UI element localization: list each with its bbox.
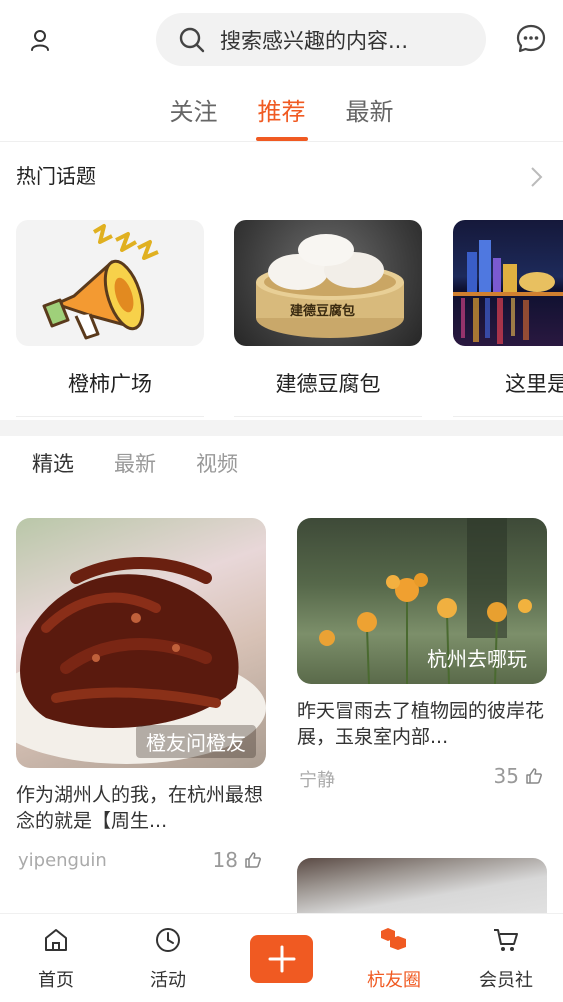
nav-home[interactable]: 首页	[16, 922, 96, 992]
nav-label: 活动	[150, 970, 186, 991]
steamer-basket-icon	[256, 234, 404, 338]
create-post-button[interactable]	[250, 935, 313, 983]
topic-card[interactable]: 这里是杭	[453, 220, 563, 417]
hot-topics-list: 橙柿广场 建德豆腐包 建德豆腐包 这里是	[0, 220, 563, 425]
tab-latest[interactable]: 最新	[342, 78, 398, 141]
megaphone-icon	[42, 224, 159, 340]
city-skyline-icon	[453, 240, 563, 344]
topic-thumbnail-megaphone	[16, 220, 204, 346]
search-bar[interactable]: 搜索感兴趣的内容...	[156, 13, 486, 66]
thumbs-up-icon	[245, 852, 261, 868]
topic-card[interactable]: 建德豆腐包 建德豆腐包	[234, 220, 422, 417]
post-title[interactable]: 昨天冒雨去了植物园的彼岸花展，玉泉室内部...	[297, 698, 547, 750]
plus-icon	[268, 945, 295, 973]
nav-community[interactable]: 杭友圈	[354, 922, 434, 992]
content-filter-tabs: 精选 最新 视频	[0, 436, 563, 492]
like-count: 35	[493, 764, 519, 788]
post-topic-tag[interactable]: 橙友问橙友	[136, 725, 256, 758]
subtab-featured[interactable]: 精选	[32, 448, 74, 478]
chat-bubble-icon	[516, 24, 546, 53]
tab-recommend[interactable]: 推荐	[254, 78, 310, 141]
post-topic-tag[interactable]: 杭州去哪玩	[417, 641, 537, 674]
topic-thumbnail-steamed-buns: 建德豆腐包	[234, 220, 422, 346]
home-icon	[45, 929, 67, 951]
post-meta: yipenguin 18	[16, 848, 266, 876]
cubes-icon	[381, 928, 406, 950]
nav-label: 杭友圈	[367, 970, 421, 991]
feed-tabs: 关注 推荐 最新	[0, 78, 563, 142]
post-image-braised-duck-feet: 橙友问橙友	[16, 518, 266, 768]
user-profile-button[interactable]	[22, 22, 58, 58]
feed-card[interactable]: 杭州去哪玩 昨天冒雨去了植物园的彼岸花展，玉泉室内部... 宁静 35	[297, 518, 547, 792]
divider	[453, 416, 563, 417]
topic-thumbnail-city-night	[453, 220, 563, 346]
post-title[interactable]: 作为湖州人的我，在杭州最想念的就是【周生...	[16, 782, 266, 834]
topic-label: 这里是杭	[505, 372, 563, 396]
like-button[interactable]: 18	[213, 848, 262, 872]
nav-label: 首页	[38, 970, 74, 991]
post-author[interactable]: 宁静	[299, 766, 335, 792]
divider	[234, 416, 422, 417]
topic-label: 橙柿广场	[68, 372, 152, 396]
nav-activities[interactable]: 活动	[128, 922, 208, 992]
feed-card[interactable]: 橙友问橙友 作为湖州人的我，在杭州最想念的就是【周生... yipenguin …	[16, 518, 266, 876]
subtab-latest[interactable]: 最新	[114, 448, 156, 478]
header-bar: 搜索感兴趣的内容...	[0, 0, 563, 78]
divider	[16, 416, 204, 417]
tab-follow[interactable]: 关注	[166, 78, 222, 141]
hot-topics-header: 热门话题	[0, 143, 563, 205]
messages-button[interactable]	[512, 20, 550, 58]
nav-membership[interactable]: 会员社	[466, 922, 546, 992]
thumbs-up-icon	[526, 768, 542, 784]
topic-label: 建德豆腐包	[275, 372, 381, 396]
chevron-right-icon[interactable]	[524, 165, 548, 189]
bottom-navigation: 首页 活动 杭友圈 会员社	[0, 913, 563, 1002]
section-divider	[0, 420, 563, 436]
nav-label: 会员社	[479, 970, 533, 991]
brand-stamp: 建德豆腐包	[290, 304, 356, 319]
post-meta: 宁静 35	[297, 764, 547, 792]
subtab-video[interactable]: 视频	[196, 448, 238, 478]
cart-icon	[494, 929, 518, 951]
search-icon	[179, 27, 205, 52]
user-icon	[31, 30, 49, 51]
feed-card[interactable]	[297, 858, 547, 918]
like-count: 18	[212, 848, 238, 872]
post-image-red-spider-lily: 杭州去哪玩	[297, 518, 547, 684]
hot-topics-title: 热门话题	[16, 164, 96, 188]
post-image-partial	[297, 858, 547, 918]
topic-card[interactable]: 橙柿广场	[16, 220, 204, 417]
search-placeholder: 搜索感兴趣的内容...	[220, 28, 409, 53]
like-button[interactable]: 35	[494, 764, 543, 788]
post-author[interactable]: yipenguin	[18, 850, 107, 871]
clock-icon	[156, 928, 180, 952]
